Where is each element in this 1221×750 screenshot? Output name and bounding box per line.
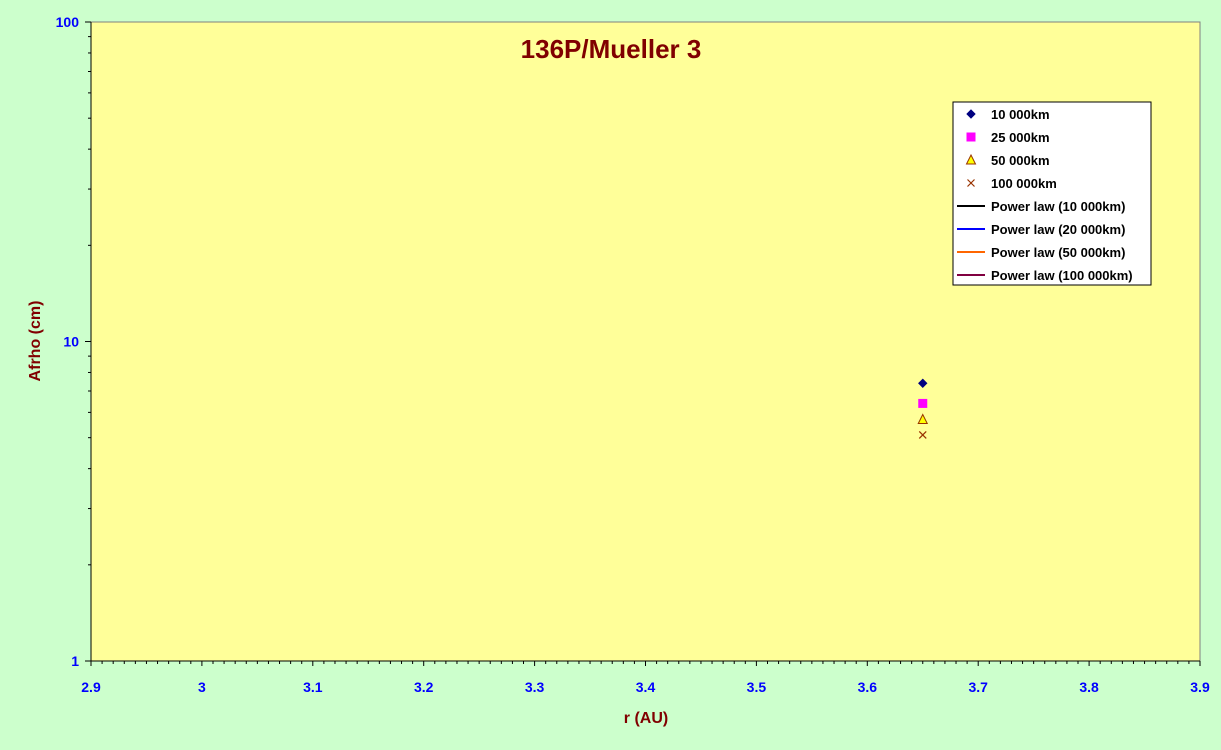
x-tick-label: 3.6 <box>858 679 878 695</box>
chart-title: 136P/Mueller 3 <box>521 34 702 64</box>
legend-marker-2 <box>966 132 976 142</box>
legend-label: Power law (50 000km) <box>991 245 1125 260</box>
y-tick-label: 100 <box>56 14 80 30</box>
legend-label: 25 000km <box>991 130 1050 145</box>
legend-label: Power law (20 000km) <box>991 222 1125 237</box>
x-tick-label: 3 <box>198 679 206 695</box>
chart: 136P/Mueller 3 2.9 3 3.1 3.2 3.3 3.4 3.5 3.6 3.7… <box>27 14 1210 727</box>
y-axis-title: Afrho (cm) <box>27 301 44 382</box>
x-tick-label: 3.5 <box>747 679 767 695</box>
x-tick-label: 3.2 <box>414 679 434 695</box>
x-tick-label: 3.8 <box>1079 679 1099 695</box>
legend-label: Power law (100 000km) <box>991 268 1133 283</box>
x-tick-label: 3.7 <box>968 679 988 695</box>
data-point-series-2 <box>918 398 928 408</box>
legend-label: Power law (10 000km) <box>991 199 1125 214</box>
x-tick-label: 3.1 <box>303 679 323 695</box>
x-axis-title: r (AU) <box>624 710 668 727</box>
x-tick-label: 3.4 <box>636 679 656 695</box>
legend: 10 000km 25 000km 50 000km 100 000km Power l… <box>952 101 1152 286</box>
legend-label: 10 000km <box>991 107 1050 122</box>
x-tick-label: 2.9 <box>81 679 101 695</box>
x-tick-label: 3.9 <box>1190 679 1210 695</box>
x-tick-label: 3.3 <box>525 679 545 695</box>
y-tick-label: 1 <box>71 653 79 669</box>
legend-label: 100 000km <box>991 176 1057 191</box>
legend-label: 50 000km <box>991 153 1050 168</box>
y-tick-label: 10 <box>63 334 79 350</box>
